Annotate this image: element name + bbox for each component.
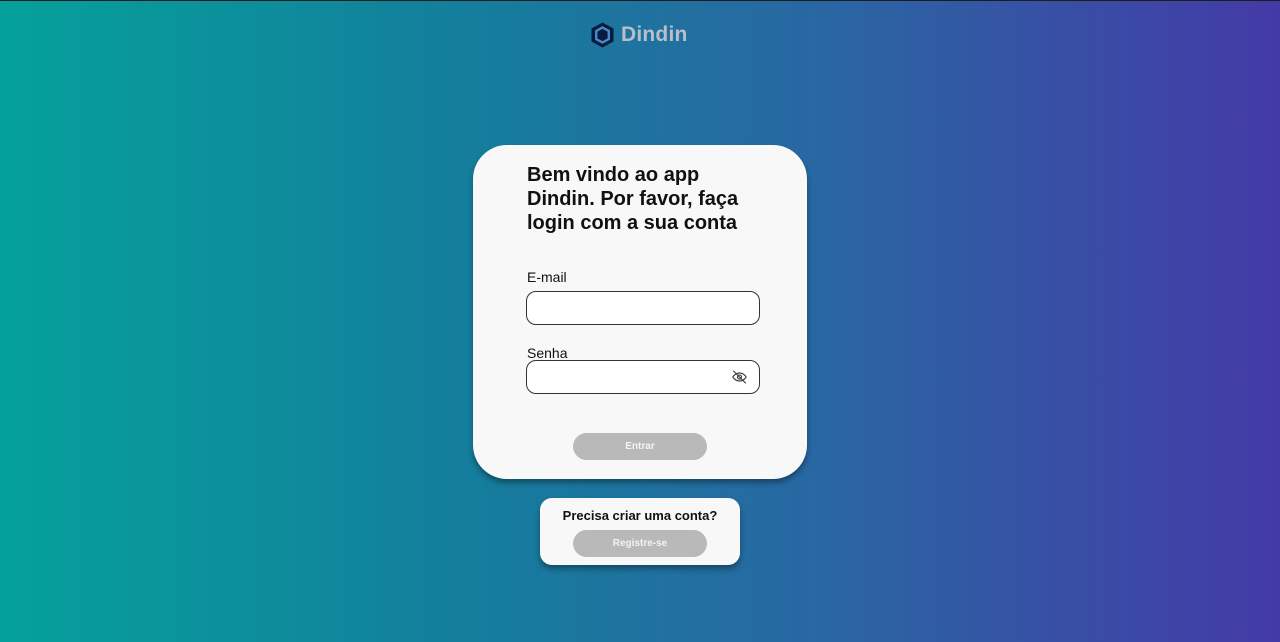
register-button[interactable]: Registre-se — [573, 530, 707, 557]
email-field[interactable] — [526, 291, 760, 325]
hexagon-logo-icon — [590, 21, 615, 49]
login-title: Bem vindo ao app Dindin. Por favor, faça… — [527, 164, 739, 234]
password-label: Senha — [527, 345, 568, 361]
brand-name: Dindin — [621, 23, 688, 46]
brand-header: Dindin — [590, 21, 688, 49]
email-label: E-mail — [527, 269, 567, 285]
register-prompt: Precisa criar uma conta? — [562, 508, 718, 523]
login-card: Bem vindo ao app Dindin. Por favor, faça… — [473, 145, 807, 479]
eye-off-icon[interactable] — [731, 369, 748, 385]
password-field[interactable] — [526, 360, 760, 394]
register-panel: Precisa criar uma conta? Registre-se — [540, 498, 740, 565]
login-button[interactable]: Entrar — [573, 433, 707, 460]
